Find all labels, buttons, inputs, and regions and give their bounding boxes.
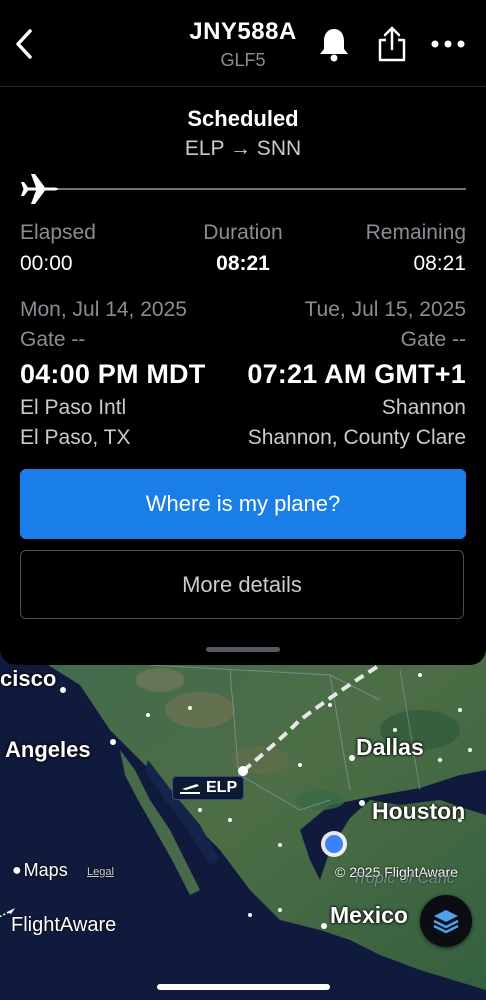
remaining-label: Remaining <box>365 221 466 244</box>
map-label-san-francisco: cisco <box>0 666 57 691</box>
arrival-airport: Shannon <box>381 396 466 419</box>
departure-date: Mon, Jul 14, 2025 <box>20 298 187 321</box>
apple-icon: ● <box>12 861 22 879</box>
departure-airport: El Paso Intl <box>20 396 127 419</box>
more-details-button[interactable]: More details <box>20 550 464 619</box>
plane-icon <box>21 174 58 204</box>
map-label-mexico: Mexico <box>330 902 408 928</box>
more-icon <box>431 40 465 48</box>
arrival-time: 07:21 AM GMT+1 <box>247 359 466 389</box>
alerts-button[interactable] <box>312 22 356 66</box>
departure-time: 04:00 PM MDT <box>20 359 206 389</box>
sheet-grabber[interactable] <box>206 647 280 652</box>
flight-status: Scheduled <box>187 106 299 131</box>
flight-route: ELP → SNN <box>184 137 302 160</box>
flight-progress-bar <box>20 171 466 211</box>
legal-link[interactable]: Legal <box>87 866 114 878</box>
maps-brand: ● Maps <box>12 860 68 880</box>
bell-icon <box>320 29 348 62</box>
departure-gate: Gate -- <box>20 328 86 351</box>
map-label-dallas: Dallas <box>356 734 424 760</box>
remaining-value: 08:21 <box>413 252 466 275</box>
arrival-gate: Gate -- <box>400 328 466 351</box>
map-label-los-angeles: Angeles <box>5 737 91 762</box>
where-is-my-plane-button[interactable]: Where is my plane? <box>20 469 466 539</box>
share-icon <box>378 26 406 62</box>
flight-summary-card: Scheduled ELP → SNN Elapsed 00:00 Durati… <box>0 87 486 665</box>
tropic-label: Tropic of Canc <box>352 870 455 887</box>
layers-icon <box>433 910 459 934</box>
more-button[interactable] <box>426 22 470 66</box>
progress-track <box>40 188 466 190</box>
share-button[interactable] <box>370 22 414 66</box>
map-layers-button[interactable] <box>420 895 472 947</box>
navigation-bar: JNY588A GLF5 <box>0 0 486 87</box>
departure-city: El Paso, TX <box>20 426 131 449</box>
flightaware-plane-icon <box>0 908 15 918</box>
remaining-stat: Remaining 08:21 <box>366 221 466 276</box>
flightaware-logo: FlightAware <box>0 908 116 937</box>
home-indicator <box>157 984 330 990</box>
arrival-city: Shannon, County Clare <box>247 426 466 449</box>
arrival-date: Tue, Jul 15, 2025 <box>304 298 467 321</box>
departure-icon <box>180 784 200 794</box>
airport-tag-elp[interactable]: ELP <box>172 776 245 800</box>
flight-detail-screen: cisco Angeles Dallas Houston Mexico ● Ma… <box>0 0 486 1000</box>
map-label-houston: Houston <box>372 798 466 824</box>
